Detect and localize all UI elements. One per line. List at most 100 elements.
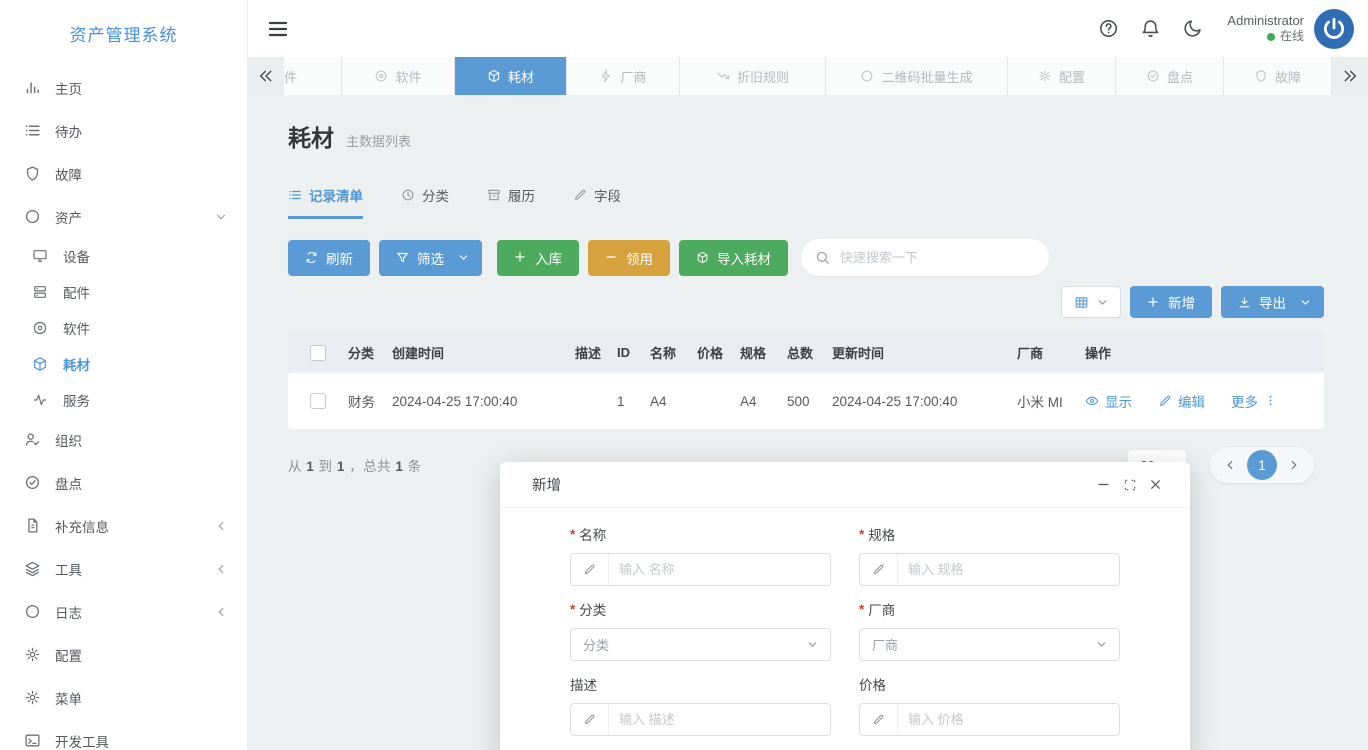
tab-fault[interactable]: 故障: [1224, 57, 1332, 95]
tab-accessories[interactable]: 配件: [284, 57, 342, 95]
funnel-icon: [396, 251, 409, 264]
consumables-table: 分类 创建时间 描述 ID 名称 价格 规格 总数 更新时间 厂商 操作 财务 …: [288, 334, 1324, 429]
tab-consumables[interactable]: 耗材: [455, 57, 567, 95]
category-select[interactable]: 分类: [570, 628, 831, 661]
col-header-id: ID: [617, 345, 630, 360]
sidebar-item-stocktake[interactable]: 盘点: [0, 461, 247, 504]
pager: 1: [1210, 447, 1314, 483]
column-settings-button[interactable]: [1061, 286, 1121, 318]
tab-qrcode-batch[interactable]: 二维码批量生成: [826, 57, 1008, 95]
plus-icon: [1147, 296, 1160, 309]
export-button[interactable]: 导出: [1221, 286, 1324, 318]
sidebar-item-config[interactable]: 配置: [0, 633, 247, 676]
current-page-button[interactable]: 1: [1247, 450, 1277, 480]
chevron-down-icon: [458, 252, 469, 263]
modal-body: *名称 *规格 *分类 分类 *厂商 厂商: [500, 508, 1190, 736]
tab-stocktake[interactable]: 盘点: [1116, 57, 1224, 95]
trend-down-icon: [716, 69, 730, 83]
modal-title: 新增: [532, 478, 561, 494]
sidebar-item-software[interactable]: 软件: [0, 310, 247, 346]
sidebar-item-fault[interactable]: 故障: [0, 152, 247, 195]
subtab-fields[interactable]: 字段: [573, 185, 621, 219]
outbound-button[interactable]: 领用: [588, 239, 670, 276]
import-consumables-button[interactable]: 导入耗材: [679, 239, 788, 276]
cell-category: 财务: [348, 395, 375, 410]
sidebar-item-home[interactable]: 主页: [0, 66, 247, 109]
gear-icon: [1038, 69, 1052, 83]
caret-down-icon: [1096, 639, 1107, 650]
add-modal: 新增 *名称 *规格 *分类 分类 *厂: [500, 462, 1190, 750]
hamburger-menu-icon[interactable]: [266, 16, 292, 42]
help-icon[interactable]: [1087, 9, 1129, 49]
inbound-button[interactable]: 入库: [497, 239, 579, 276]
name-input[interactable]: [609, 562, 830, 577]
tab-software[interactable]: 软件: [342, 57, 455, 95]
sidebar-item-consumables[interactable]: 耗材: [0, 346, 247, 382]
subtab-history[interactable]: 履历: [487, 185, 535, 219]
sidebar-item-logs[interactable]: 日志: [0, 590, 247, 633]
sidebar-item-assets[interactable]: 资产: [0, 195, 247, 238]
pencil-icon: [573, 188, 587, 202]
sidebar-item-menu[interactable]: 菜单: [0, 676, 247, 719]
tab-vendors[interactable]: 厂商: [567, 57, 680, 95]
fullscreen-button[interactable]: [1116, 472, 1142, 498]
subtab-categories[interactable]: 分类: [401, 185, 449, 219]
refresh-button[interactable]: 刷新: [288, 239, 370, 276]
price-input[interactable]: [898, 712, 1119, 727]
select-all-checkbox[interactable]: [310, 344, 326, 361]
list-icon: [24, 122, 41, 139]
page-title: 耗材: [288, 125, 334, 151]
eye-icon: [1085, 394, 1099, 408]
add-button[interactable]: 新增: [1130, 286, 1212, 318]
close-button[interactable]: [1142, 472, 1168, 498]
sidebar-item-devices[interactable]: 设备: [0, 238, 247, 274]
more-action-link[interactable]: 更多: [1231, 391, 1278, 411]
filter-button[interactable]: 筛选: [379, 239, 482, 276]
gear-icon: [24, 646, 41, 663]
online-status-dot: [1266, 32, 1275, 41]
bar-chart-icon: [24, 79, 41, 96]
disc-icon: [32, 320, 49, 337]
bell-icon[interactable]: [1129, 9, 1171, 49]
sidebar-item-organization[interactable]: 组织: [0, 418, 247, 461]
tabs-scroll-right-button[interactable]: [1332, 57, 1368, 95]
field-spec: * 规格: [859, 524, 1120, 586]
vendor-select[interactable]: 厂商: [859, 628, 1120, 661]
topbar: Administrator 在线: [248, 0, 1368, 57]
subtab-records[interactable]: 记录清单: [288, 185, 363, 219]
sidebar-item-accessories[interactable]: 配件: [0, 274, 247, 310]
minimize-button[interactable]: [1090, 472, 1116, 498]
chevron-down-icon: [1097, 297, 1108, 308]
dark-mode-moon-icon[interactable]: [1171, 9, 1213, 49]
search-input[interactable]: [840, 250, 1035, 265]
col-header-desc: 描述: [575, 346, 602, 361]
sidebar-item-tools[interactable]: 工具: [0, 547, 247, 590]
power-logo-icon: [1321, 16, 1347, 42]
col-header-vendor: 厂商: [1017, 346, 1044, 361]
prev-page-button[interactable]: [1219, 454, 1241, 476]
sidebar-nav: 主页 待办 故障 资产 设备 配件 软件 耗材 服务 组织 盘点 补充信息 工具…: [0, 66, 247, 750]
cell-name: A4: [650, 393, 667, 409]
subtabs: 记录清单 分类 履历 字段: [288, 185, 1324, 219]
sidebar-item-devtools[interactable]: 开发工具: [0, 719, 247, 750]
col-header-spec: 规格: [740, 346, 767, 361]
desc-input[interactable]: [609, 712, 830, 727]
user-avatar[interactable]: [1314, 8, 1354, 49]
col-header-created: 创建时间: [392, 346, 445, 361]
tab-config[interactable]: 配置: [1008, 57, 1116, 95]
sidebar-item-extra-info[interactable]: 补充信息: [0, 504, 247, 547]
activity-icon: [32, 392, 49, 409]
tabs-scroll-left-button[interactable]: [248, 57, 284, 95]
sidebar-item-todo[interactable]: 待办: [0, 109, 247, 152]
sidebar-item-services[interactable]: 服务: [0, 382, 247, 418]
row-checkbox[interactable]: [310, 393, 326, 409]
spec-input[interactable]: [898, 562, 1119, 577]
field-name: * 名称: [570, 524, 831, 586]
tab-depreciation-rules[interactable]: 折旧规则: [680, 57, 826, 95]
edit-action-link[interactable]: 编辑: [1158, 391, 1205, 411]
next-page-button[interactable]: [1283, 454, 1305, 476]
refresh-icon: [305, 251, 318, 264]
show-action-link[interactable]: 显示: [1085, 391, 1132, 411]
chevron-left-icon: [215, 520, 227, 532]
toolbar: 刷新 筛选 入库 领用 导入耗材: [288, 239, 1324, 276]
